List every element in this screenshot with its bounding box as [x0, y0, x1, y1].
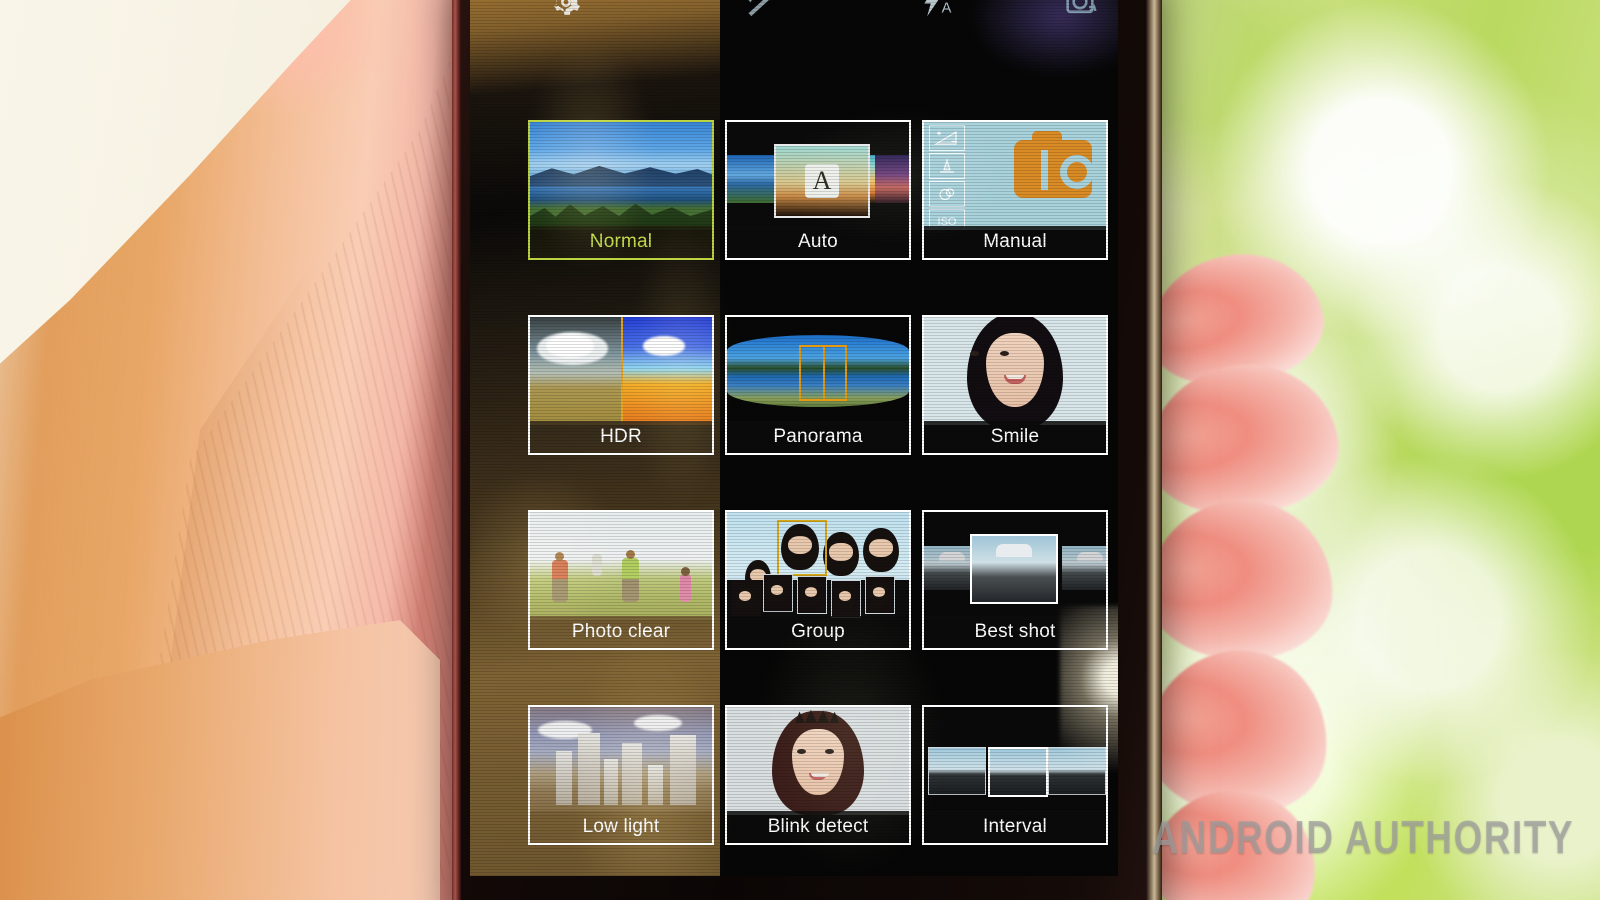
screenshot-scene: A Normal	[0, 0, 1600, 900]
phone-left-edge	[452, 0, 461, 900]
phone-right-edge	[1146, 0, 1162, 900]
screen-specular-highlight	[1060, 606, 1118, 786]
screen-reflection-foliage	[470, 36, 1118, 876]
watermark: ANDROID AUTHORITY	[1151, 811, 1574, 863]
selected-photo	[970, 534, 1058, 604]
screen-lens-flare	[970, 0, 1118, 76]
phone-screen: A Normal	[470, 0, 1118, 876]
